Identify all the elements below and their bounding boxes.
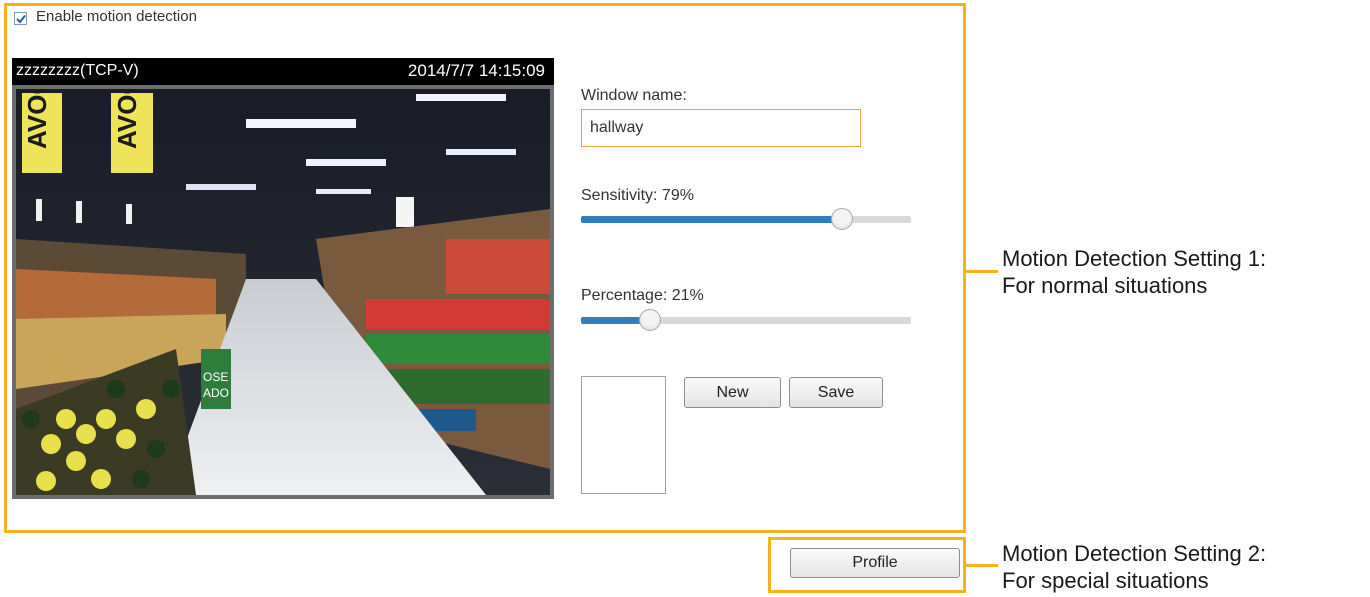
window-name-label: Window name: (581, 87, 687, 104)
callout2-line2: For special situations (1002, 568, 1209, 593)
percentage-slider[interactable] (581, 309, 911, 331)
sensitivity-slider[interactable] (581, 208, 911, 230)
supermarket-camera-image: AVOC AVOC OSE ADO (16, 89, 550, 495)
enable-motion-checkbox[interactable] (14, 12, 27, 25)
sensitivity-slider-fill (581, 216, 842, 223)
callout2-text: Motion Detection Setting 2: For special … (1002, 540, 1266, 594)
callout1-line2: For normal situations (1002, 273, 1208, 298)
callout1-text: Motion Detection Setting 1: For normal s… (1002, 245, 1266, 299)
svg-text:ADO: ADO (203, 386, 229, 400)
svg-text:OSE: OSE (203, 370, 228, 384)
callout2-line1: Motion Detection Setting 2: (1002, 541, 1267, 566)
window-name-input[interactable] (581, 109, 861, 147)
svg-text:AVOC: AVOC (22, 89, 52, 149)
sensitivity-label: Sensitivity: 79% (581, 187, 694, 204)
checkmark-icon (16, 14, 26, 24)
window-list[interactable] (581, 376, 666, 494)
callout1-line1: Motion Detection Setting 1: (1002, 246, 1267, 271)
percentage-label: Percentage: 21% (581, 287, 704, 304)
sensitivity-slider-handle[interactable] (830, 208, 853, 230)
enable-motion-label[interactable]: Enable motion detection (36, 8, 197, 25)
new-window-button[interactable]: New (684, 377, 781, 408)
save-button[interactable]: Save (789, 377, 883, 408)
callout2-connector (966, 564, 998, 567)
svg-text:AVOC: AVOC (112, 89, 142, 149)
video-stream-name: zzzzzzzz(TCP-V) (16, 62, 139, 79)
video-viewport[interactable]: AVOC AVOC OSE ADO (12, 85, 554, 499)
video-timestamp: 2014/7/7 14:15:09 (407, 61, 545, 80)
profile-button[interactable]: Profile (790, 548, 960, 578)
callout1-connector (966, 270, 998, 273)
